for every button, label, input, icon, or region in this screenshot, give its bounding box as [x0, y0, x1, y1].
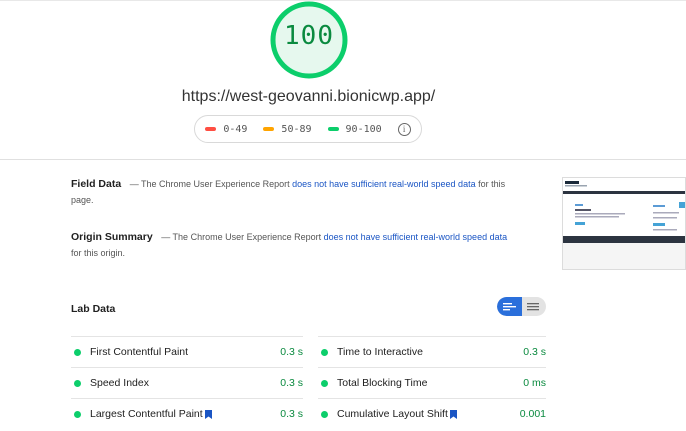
field-data-section: Field Data — The Chrome User Experience … [71, 176, 511, 208]
legend-average-range: 50-89 [281, 123, 312, 135]
legend-fail: 0-49 [205, 124, 247, 135]
metric-label: First Contentful Paint [90, 346, 189, 358]
field-data-text-before: — The Chrome User Experience Report [129, 179, 290, 189]
bookmark-icon[interactable] [204, 409, 212, 419]
bookmark-icon[interactable] [449, 409, 457, 419]
metric-label-wrap: Largest Contentful Paint [90, 408, 280, 420]
metric-value: 0.001 [519, 408, 546, 420]
average-dash-icon [263, 127, 275, 131]
metric-label: Speed Index [90, 377, 149, 389]
field-data-link[interactable]: does not have sufficient real-world spee… [292, 179, 475, 189]
metric-speed-index: Speed Index 0.3 s [71, 367, 303, 398]
metric-first-contentful-paint: First Contentful Paint 0.3 s [71, 336, 303, 367]
pass-dot-icon [321, 410, 328, 418]
section-divider [0, 159, 686, 160]
metric-value: 0.3 s [280, 377, 303, 389]
metric-label-wrap: Cumulative Layout Shift [337, 408, 520, 420]
metric-cumulative-layout-shift: Cumulative Layout Shift 0.001 [318, 398, 546, 429]
metric-value: 0.3 s [523, 346, 546, 358]
metric-label: Largest Contentful Paint [90, 408, 203, 420]
info-circle-icon[interactable]: i [397, 122, 411, 136]
page-url: https://west-geovanni.bionicwp.app/ [181, 88, 436, 105]
page-screenshot-thumbnail[interactable] [562, 177, 686, 270]
origin-summary-link[interactable]: does not have sufficient real-world spee… [324, 232, 507, 242]
text-view-icon[interactable] [527, 302, 540, 311]
metric-value: 0.3 s [280, 408, 303, 420]
origin-summary-section: Origin Summary — The Chrome User Experie… [71, 229, 511, 261]
legend-pass: 90-100 [327, 123, 382, 135]
legend-pass-range: 90-100 [345, 123, 382, 135]
origin-summary-heading: Origin Summary [71, 231, 153, 243]
score-legend: 0-49 50-89 90-100 i [194, 115, 422, 143]
legend-fail-range: 0-49 [223, 123, 248, 135]
pass-dot-icon [74, 410, 81, 418]
metric-largest-contentful-paint: Largest Contentful Paint 0.3 s [71, 398, 303, 429]
performance-score: 100 [284, 21, 334, 51]
pass-dot-icon [321, 379, 328, 387]
metrics-view-toggle[interactable] [497, 297, 546, 316]
thumbnail-preview [563, 178, 685, 269]
metric-label: Total Blocking Time [337, 377, 428, 389]
pass-dash-icon [327, 127, 339, 131]
pass-dot-icon [321, 348, 328, 356]
origin-summary-text-before: — The Chrome User Experience Report [161, 232, 322, 242]
metric-label: Cumulative Layout Shift [337, 408, 448, 420]
lab-data-heading: Lab Data [71, 303, 116, 315]
pass-dot-icon [74, 348, 81, 356]
metric-value: 0 ms [523, 377, 546, 389]
list-view-icon [503, 303, 516, 311]
pass-dot-icon [74, 379, 81, 387]
metric-total-blocking-time: Total Blocking Time 0 ms [318, 367, 546, 398]
legend-average: 50-89 [263, 123, 312, 135]
fail-dash-icon [205, 127, 217, 131]
field-data-heading: Field Data [71, 178, 122, 190]
metric-label: Time to Interactive [337, 346, 423, 358]
origin-summary-text-after: for this origin. [71, 248, 126, 258]
metric-time-to-interactive: Time to Interactive 0.3 s [318, 336, 546, 367]
metric-value: 0.3 s [280, 346, 303, 358]
